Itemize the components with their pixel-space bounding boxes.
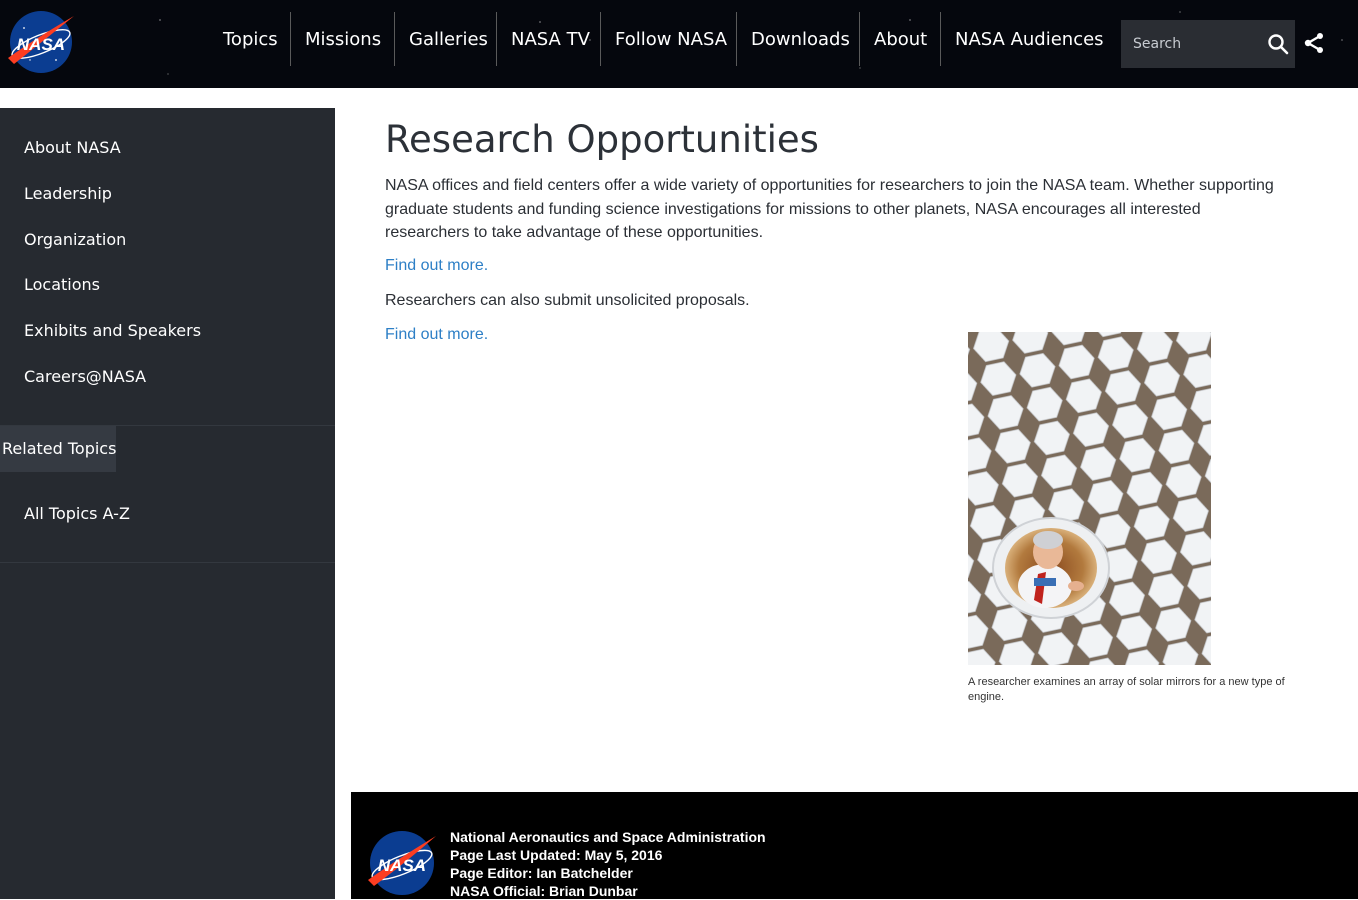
nav-divider (496, 12, 497, 66)
nav-divider (736, 12, 737, 66)
main-content: Research Opportunities NASA offices and … (351, 90, 1358, 792)
solar-mirror-photo (968, 332, 1211, 665)
unsolicited-proposals-text: Researchers can also submit unsolicited … (385, 292, 750, 309)
sidebar-item-organization[interactable]: Organization (24, 230, 126, 250)
footer-nasa-official: NASA Official: Brian Dunbar (450, 883, 638, 899)
sidebar-item-all-topics[interactable]: All Topics A-Z (24, 504, 130, 524)
footer-last-updated: Page Last Updated: May 5, 2016 (450, 847, 663, 863)
nav-nasa-tv[interactable]: NASA TV (511, 0, 590, 80)
svg-text:NASA: NASA (378, 856, 426, 875)
footer: NASA National Aeronautics and Space Admi… (351, 792, 1358, 899)
find-out-more-link[interactable]: Find out more. (385, 256, 488, 276)
sidebar-item-careers[interactable]: Careers@NASA (24, 367, 146, 387)
nav-divider (859, 12, 860, 66)
svg-text:NASA: NASA (17, 35, 65, 54)
related-topics-heading[interactable]: Related Topics (0, 426, 116, 472)
sidebar-item-leadership[interactable]: Leadership (24, 184, 112, 204)
nasa-logo[interactable]: NASA (6, 8, 76, 74)
nav-follow-nasa[interactable]: Follow NASA (615, 0, 727, 80)
footer-page-editor: Page Editor: Ian Batchelder (450, 865, 633, 881)
sidebar: About NASA Leadership Organization Locat… (0, 108, 335, 899)
nav-topics[interactable]: Topics (223, 0, 278, 80)
search-icon[interactable] (1266, 32, 1290, 56)
page-title: Research Opportunities (385, 118, 819, 161)
sidebar-item-locations[interactable]: Locations (24, 275, 100, 295)
sidebar-divider (0, 562, 335, 563)
nav-divider (394, 12, 395, 66)
nav-divider (600, 12, 601, 66)
footer-org-name: National Aeronautics and Space Administr… (450, 829, 766, 845)
intro-paragraph: NASA offices and field centers offer a w… (385, 177, 1274, 241)
search-box (1121, 20, 1295, 68)
nav-missions[interactable]: Missions (305, 0, 381, 80)
nasa-logo[interactable]: NASA (366, 828, 438, 896)
nav-downloads[interactable]: Downloads (751, 0, 850, 80)
share-icon[interactable] (1303, 32, 1325, 54)
search-input[interactable] (1121, 20, 1261, 68)
nav-nasa-audiences[interactable]: NASA Audiences (955, 0, 1104, 80)
image-caption: A researcher examines an array of solar … (968, 676, 1285, 703)
sidebar-item-exhibits-and-speakers[interactable]: Exhibits and Speakers (24, 321, 201, 341)
nav-about[interactable]: About (874, 0, 927, 80)
nav-divider (290, 12, 291, 66)
nav-galleries[interactable]: Galleries (409, 0, 488, 80)
unsolicited-find-out-more-link[interactable]: Find out more. (385, 325, 488, 345)
sidebar-item-about-nasa[interactable]: About NASA (24, 138, 121, 158)
nav-divider (940, 12, 941, 66)
top-navigation: NASA Topics Missions Galleries NASA TV F… (0, 0, 1358, 88)
